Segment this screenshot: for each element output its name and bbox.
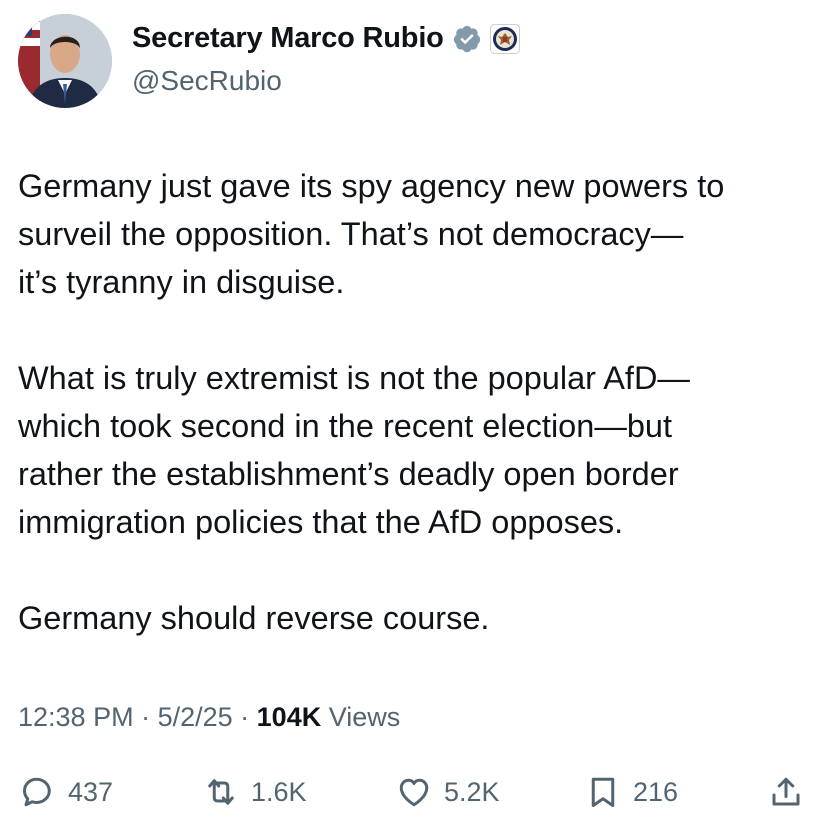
repost-count: 1.6K [251, 776, 307, 807]
author-display-name[interactable]: Secretary Marco Rubio [132, 22, 444, 55]
tweet-time[interactable]: 12:38 PM [18, 702, 134, 732]
reply-count: 437 [68, 776, 114, 807]
bookmark-button[interactable]: 216 [585, 770, 678, 814]
bookmark-count: 216 [633, 776, 679, 807]
tweet-date[interactable]: 5/2/25 [158, 702, 233, 732]
heart-icon [399, 778, 429, 807]
verified-badge-icon[interactable] [452, 24, 482, 54]
tweet-actions-bar: 437 1.6K 5.2K 216 [0, 770, 828, 814]
reply-button[interactable]: 437 [20, 770, 113, 814]
views-count: 104K [256, 702, 322, 732]
author-name-row: Secretary Marco Rubio [132, 22, 520, 55]
repost-button[interactable]: 1.6K [203, 770, 307, 814]
tweet-paragraph: What is truly extremist is not the popul… [18, 360, 690, 540]
views-label: Views [321, 702, 401, 732]
repost-icon [208, 779, 234, 805]
reply-icon [23, 777, 51, 807]
tweet-paragraph: Germany just gave its spy agency new pow… [18, 168, 725, 300]
tweet-text: Germany just gave its spy agency new pow… [18, 162, 818, 642]
author-handle[interactable]: @SecRubio [132, 65, 282, 97]
avatar-photo [18, 14, 112, 108]
like-button[interactable]: 5.2K [396, 770, 500, 814]
state-department-seal-icon [489, 23, 520, 54]
like-count: 5.2K [444, 776, 500, 807]
share-icon [772, 777, 800, 806]
bookmark-icon [591, 777, 615, 807]
separator: · [133, 702, 158, 732]
author-avatar[interactable] [18, 14, 112, 108]
separator: · [232, 702, 257, 732]
tweet-metadata: 12:38 PM · 5/2/25 · 104K Views [18, 702, 400, 733]
share-button[interactable] [768, 770, 804, 814]
tweet-paragraph: Germany should reverse course. [18, 600, 490, 636]
